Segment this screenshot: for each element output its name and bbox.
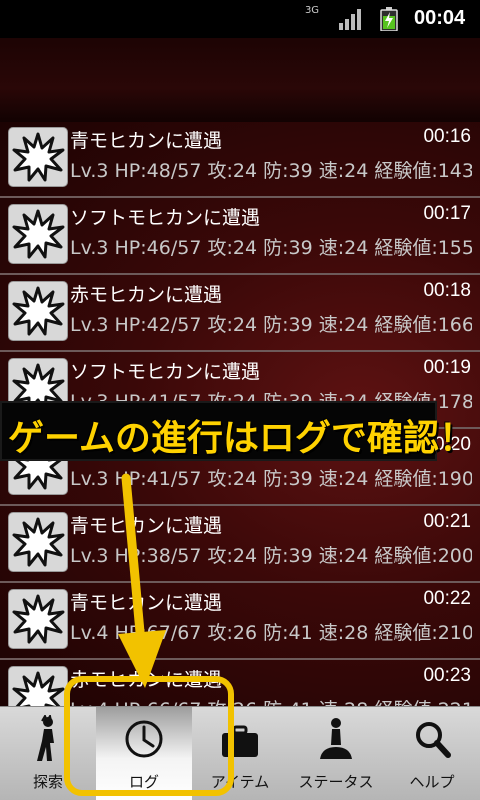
encounter-burst-icon — [12, 671, 65, 706]
log-entry[interactable]: ソフトモヒカンに遭遇 00:17 Lv.3 HP:46/57 攻:24 防:39 速… — [0, 199, 480, 275]
log-entry[interactable]: 青モヒカンに遭遇 00:22 Lv.4 HP:67/67 攻:26 防:41 速:2… — [0, 584, 480, 660]
search-icon — [412, 715, 452, 763]
log-entry-time: 00:18 — [423, 280, 471, 301]
log-entry-title: ソフトモヒカンに遭遇 — [70, 361, 261, 383]
log-entry-stats: Lv.3 HP:48/57 攻:24 防:39 速:24 経験値:143 — [70, 160, 472, 182]
encounter-burst-icon — [12, 594, 65, 644]
status-clock: 00:04 — [414, 7, 466, 29]
encounter-burst-icon — [12, 517, 65, 567]
log-entry-title: 青モヒカンに遭遇 — [70, 592, 223, 614]
encounter-icon — [8, 127, 68, 187]
log-entry-time: 00:23 — [423, 665, 471, 686]
tab-label: ヘルプ — [409, 773, 455, 791]
status-bar: 3G 00:04 — [0, 0, 480, 38]
person-icon — [316, 715, 356, 763]
tab-highlight-frame — [64, 676, 234, 796]
log-entry-stats: Lv.3 HP:42/57 攻:24 防:39 速:24 経験値:166 — [70, 314, 472, 336]
log-entry[interactable]: 赤モヒカンに遭遇 00:18 Lv.3 HP:42/57 攻:24 防:39 速:2… — [0, 276, 480, 352]
log-entry-stats: Lv.3 HP:46/57 攻:24 防:39 速:24 経験値:155 — [70, 237, 472, 259]
log-entry-stats: Lv.3 HP:38/57 攻:24 防:39 速:24 経験値:200 — [70, 545, 472, 567]
log-entry-title: 青モヒカンに遭遇 — [70, 130, 223, 152]
encounter-burst-icon — [12, 132, 65, 182]
encounter-icon — [8, 589, 68, 649]
log-entry-title: ソフトモヒカンに遭遇 — [70, 207, 261, 229]
log-entry-stats: Lv.3 HP:41/57 攻:24 防:39 速:24 経験値:190 — [70, 468, 472, 490]
network-type-icon: 3G — [304, 5, 320, 16]
log-entry[interactable]: 青モヒカンに遭遇 00:21 Lv.3 HP:38/57 攻:24 防:39 速:2… — [0, 507, 480, 583]
log-entry-time: 00:17 — [423, 203, 471, 224]
encounter-icon — [8, 512, 68, 572]
header-area — [0, 38, 480, 122]
banner-caption: ゲームの進行はログで確認！ — [0, 401, 475, 461]
tab-label: ステータス — [298, 773, 374, 791]
walker-icon — [28, 713, 68, 763]
log-entry-time: 00:21 — [423, 511, 471, 532]
log-entry-time: 00:22 — [423, 588, 471, 609]
log-entry-time: 00:19 — [423, 357, 471, 378]
log-entry[interactable]: 青モヒカンに遭遇 00:16 Lv.3 HP:48/57 攻:24 防:39 速:2… — [0, 122, 480, 198]
log-entry-title: 赤モヒカンに遭遇 — [70, 284, 223, 306]
encounter-burst-icon — [12, 209, 65, 259]
signal-strength-icon — [339, 9, 361, 30]
log-entry-time: 00:16 — [423, 126, 471, 147]
log-entry-stats: Lv.4 HP:67/67 攻:26 防:41 速:28 経験値:210 — [70, 622, 472, 644]
encounter-icon — [8, 204, 68, 264]
encounter-burst-icon — [12, 286, 65, 336]
log-entry-title: 青モヒカンに遭遇 — [70, 515, 223, 537]
tab-4[interactable]: ステータス — [288, 707, 384, 800]
encounter-icon — [8, 281, 68, 341]
encounter-icon — [8, 666, 68, 706]
battery-charging-icon — [380, 7, 398, 31]
banner-text: ゲームの進行はログで確認！ — [8, 418, 475, 459]
tab-5[interactable]: ヘルプ — [384, 707, 480, 800]
